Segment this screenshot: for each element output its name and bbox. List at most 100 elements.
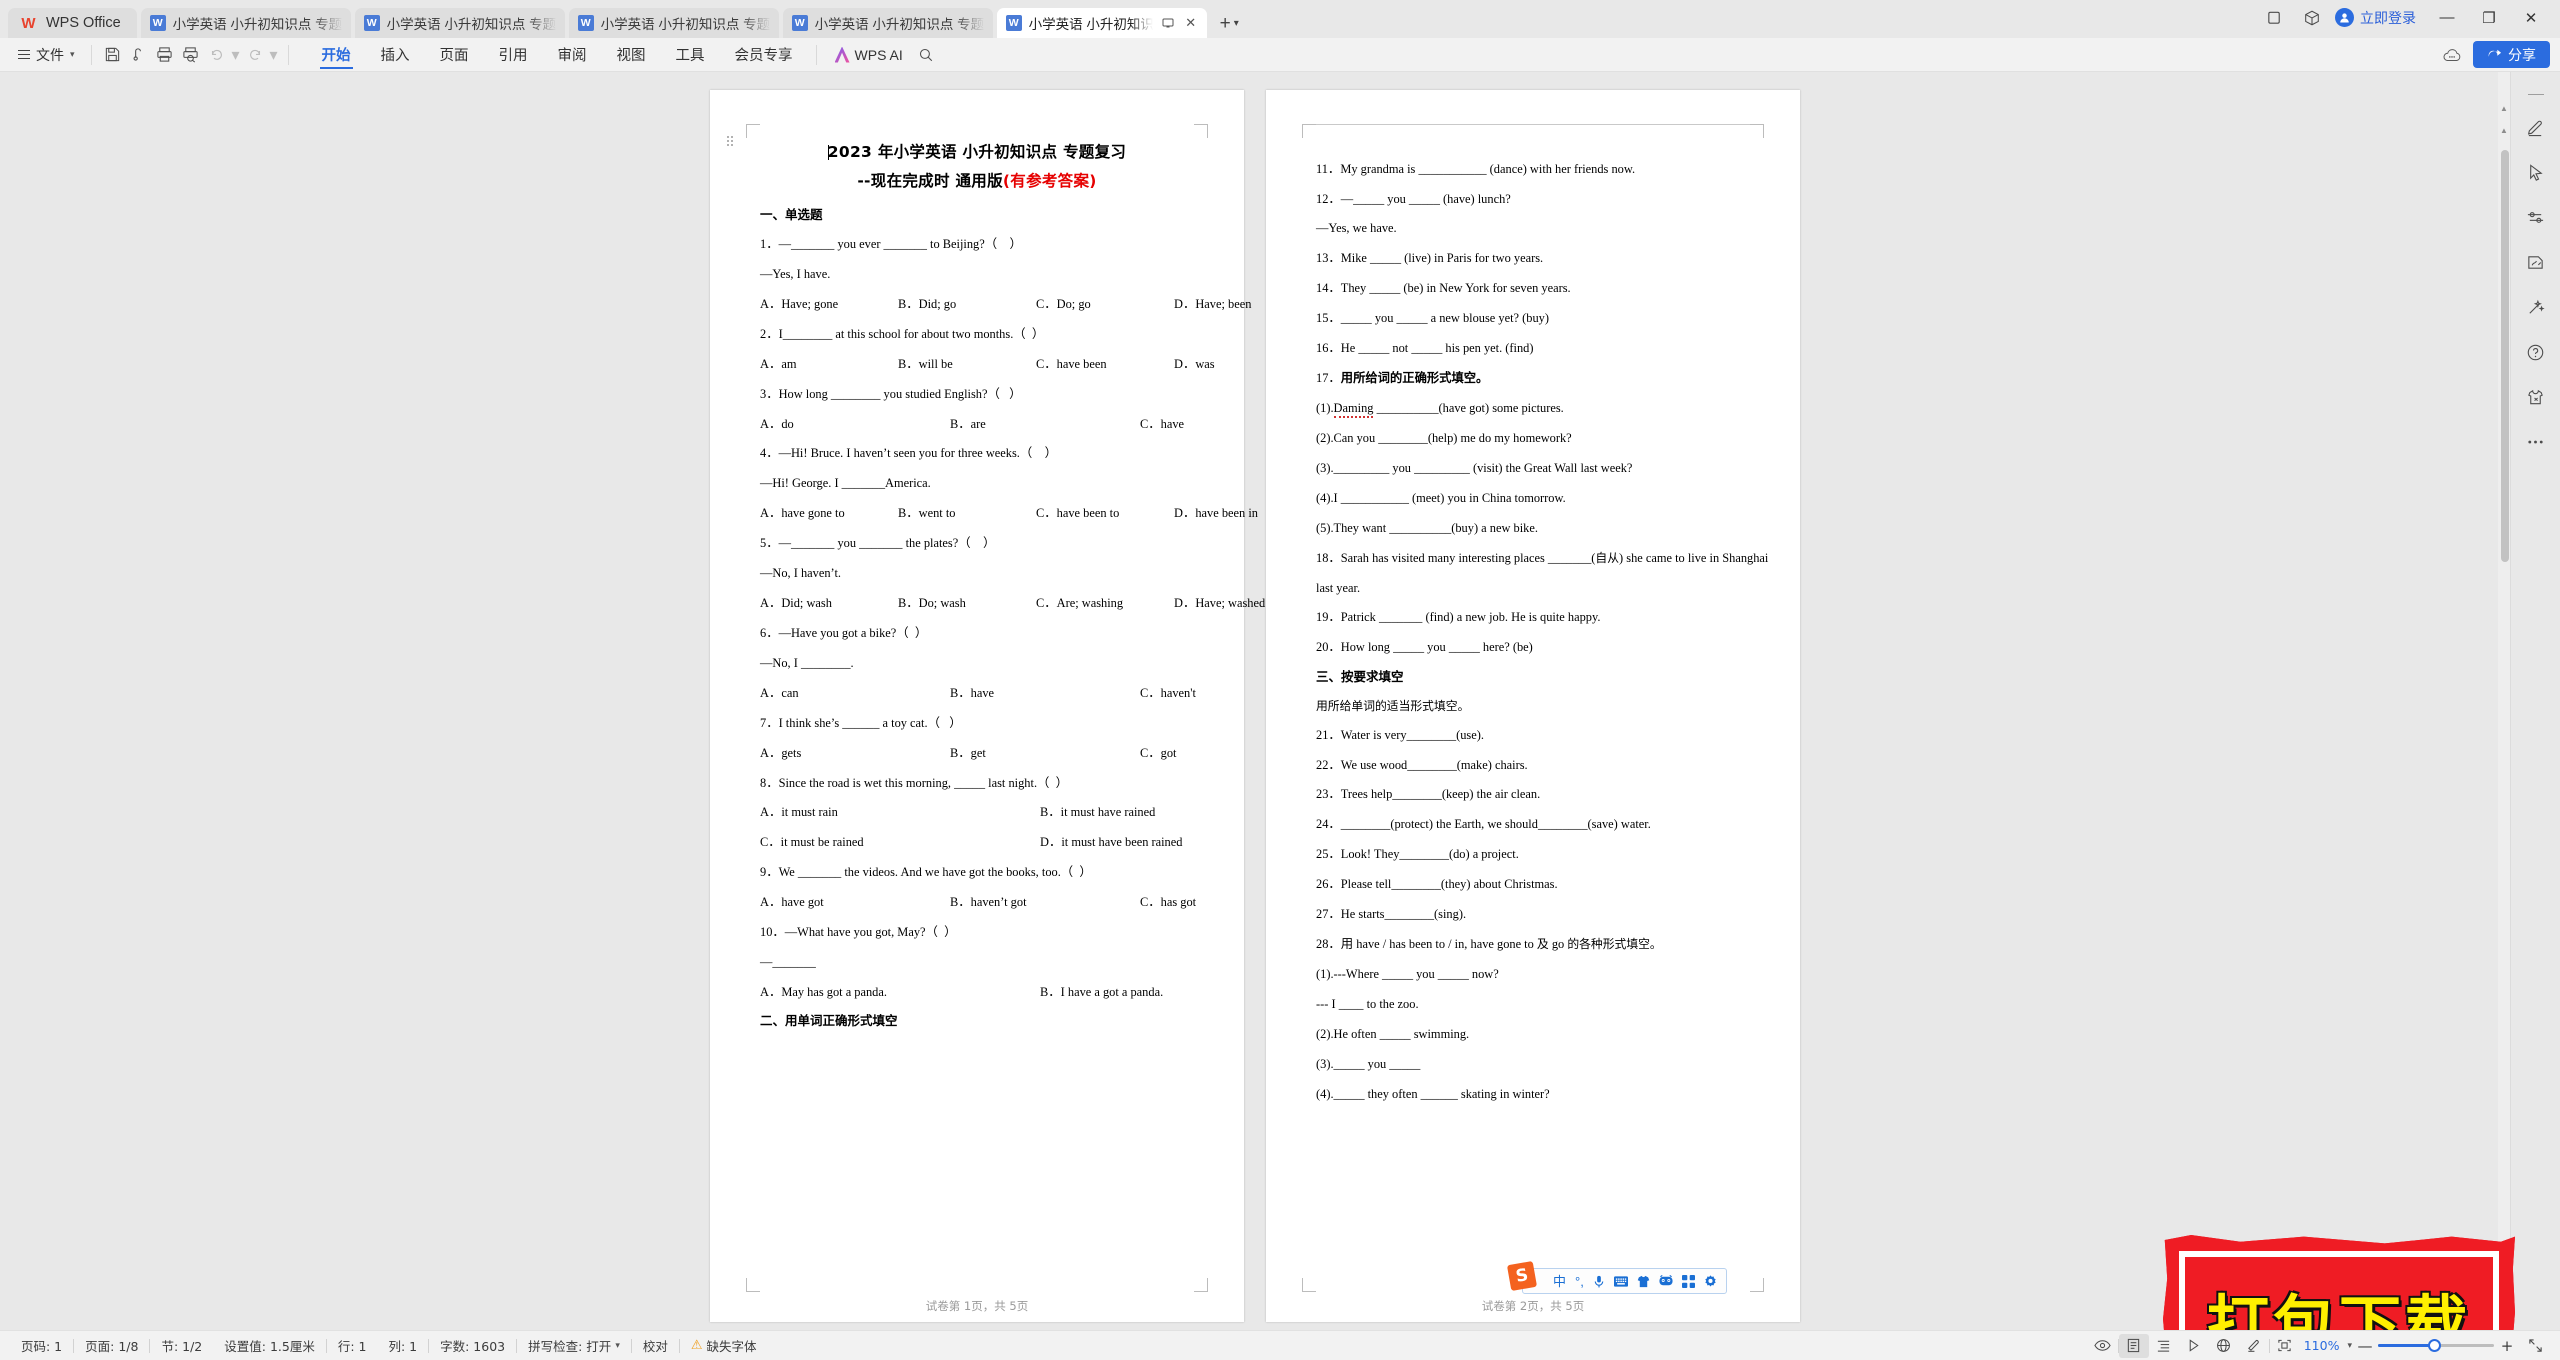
status-page-number[interactable]: 页码: 1	[10, 1336, 73, 1355]
redo-dropdown-icon[interactable]: ▾	[268, 42, 280, 68]
fullscreen-icon[interactable]	[2520, 1334, 2550, 1358]
print-icon[interactable]	[152, 42, 178, 68]
zoom-in-button[interactable]: +	[2494, 1334, 2520, 1358]
status-row[interactable]: 行: 1	[327, 1336, 378, 1355]
eye-preview-icon[interactable]	[2088, 1334, 2118, 1358]
wps-office-home-chip[interactable]: W WPS Office	[8, 8, 137, 38]
undo-icon[interactable]	[204, 42, 230, 68]
document-tab-label: 小学英语 小升初知识点 专题复习--数	[600, 17, 771, 32]
word-doc-icon: W	[577, 15, 594, 31]
zoom-out-button[interactable]: —	[2352, 1334, 2378, 1358]
paragraph-drag-handle[interactable]	[727, 136, 733, 146]
save-icon[interactable]	[100, 42, 126, 68]
cloud-save-icon[interactable]	[126, 42, 152, 68]
tab-insert[interactable]: 插入	[366, 38, 425, 72]
document-tab-4[interactable]: W 小学英语 小升初知识点 专题复习--现	[782, 8, 993, 38]
cube-3d-icon[interactable]	[2293, 3, 2331, 33]
file-menu-button[interactable]: 文件 ▾	[10, 45, 83, 65]
share-button[interactable]: 分享	[2473, 41, 2550, 68]
tab-close-icon[interactable]: ✕	[1183, 15, 1199, 31]
fit-page-icon[interactable]	[2270, 1334, 2300, 1358]
answer-option: A．have gone to	[760, 506, 845, 521]
status-missing-font[interactable]: ⚠ 缺失字体	[680, 1336, 768, 1355]
margin-mark	[1750, 124, 1764, 138]
document-tab-1[interactable]: W 小学英语 小升初知识点 专题复习--祈	[140, 8, 351, 38]
skin-theme-icon[interactable]	[2521, 384, 2551, 410]
cloud-status-icon[interactable]	[2437, 42, 2467, 68]
zoom-knob[interactable]	[2428, 1339, 2441, 1352]
answer-option: B．are	[950, 416, 986, 431]
sogou-logo-icon[interactable]: S	[1506, 1260, 1538, 1292]
margin-mark	[746, 1278, 760, 1292]
status-setting-value[interactable]: 设置值: 1.5厘米	[213, 1336, 326, 1355]
margin-mark	[1194, 1278, 1208, 1292]
scroll-down-arrow-icon[interactable]: ▲	[2498, 122, 2510, 138]
question-line-mixed: 18．Sarah has visited many interesting pl…	[1316, 550, 1769, 565]
answer-option: B．have	[950, 685, 995, 700]
status-column[interactable]: 列: 1	[377, 1336, 428, 1355]
status-page-of[interactable]: 页面: 1/8	[74, 1336, 149, 1355]
undo-dropdown-icon[interactable]: ▾	[230, 42, 242, 68]
status-section[interactable]: 节: 1/2	[150, 1336, 213, 1355]
page-layout-view-icon[interactable]	[2118, 1333, 2149, 1358]
status-proofread[interactable]: 校对	[632, 1336, 679, 1355]
new-tab-button[interactable]: + ▾	[1213, 8, 1246, 38]
mic-icon[interactable]	[1593, 1275, 1605, 1288]
search-icon[interactable]	[913, 42, 939, 68]
maximize-button[interactable]: ❐	[2468, 3, 2510, 33]
help-question-icon[interactable]	[2521, 339, 2551, 365]
minimize-button[interactable]: —	[2426, 3, 2468, 33]
cursor-select-icon[interactable]	[2521, 159, 2551, 185]
close-window-button[interactable]: ✕	[2510, 3, 2552, 33]
document-page-2[interactable]: 11．My grandma is ___________ (dance) wit…	[1266, 90, 1800, 1322]
question-line: 20．How long _____ you _____ here? (be)	[1316, 640, 1533, 655]
tab-review[interactable]: 审阅	[543, 38, 602, 72]
document-page-1[interactable]: 2023 年小学英语 小升初知识点 专题复习 --现在完成时 通用版(有参考答案…	[710, 90, 1265, 1322]
zoom-slider[interactable]	[2378, 1339, 2494, 1353]
tab-tools[interactable]: 工具	[661, 38, 720, 72]
status-spellcheck[interactable]: 拼写检查: 打开 ▾	[517, 1336, 631, 1355]
stamp-text: 打包下载	[2206, 1288, 2471, 1330]
redo-icon[interactable]	[242, 42, 268, 68]
magic-wand-icon[interactable]	[2521, 294, 2551, 320]
login-button[interactable]: 立即登录	[2331, 8, 2426, 28]
tab-monitor-icon[interactable]	[1160, 15, 1176, 31]
handwriting-icon[interactable]	[2521, 249, 2551, 275]
pen-edit-icon[interactable]	[2521, 114, 2551, 140]
tab-reference[interactable]: 引用	[484, 38, 543, 72]
tab-start[interactable]: 开始	[307, 38, 366, 72]
margin-mark	[1302, 124, 1316, 138]
settings-gear-icon[interactable]	[1704, 1274, 1717, 1288]
answer-option: B．went to	[898, 506, 956, 521]
tab-view[interactable]: 视图	[602, 38, 661, 72]
more-options-icon[interactable]	[2521, 429, 2551, 455]
status-word-count[interactable]: 字数: 1603	[429, 1336, 516, 1355]
document-tab-2[interactable]: W 小学英语 小升初知识点 专题复习--时	[354, 8, 565, 38]
sogou-ime-toolbar[interactable]: S 中 °,	[1506, 1260, 1727, 1294]
ime-punctuation-toggle[interactable]: °,	[1575, 1275, 1584, 1288]
ime-language-toggle[interactable]: 中	[1553, 1275, 1566, 1288]
skin-icon[interactable]	[1637, 1275, 1650, 1288]
sliders-settings-icon[interactable]	[2521, 204, 2551, 230]
document-tab-5-active[interactable]: W 小学英语 小升初知识点 专题复 ✕	[996, 8, 1207, 38]
title-red-note: (有参考答案)	[1002, 172, 1097, 191]
scroll-up-arrow-icon[interactable]: ▲	[2498, 100, 2510, 116]
window-layout-icon[interactable]	[2255, 3, 2293, 33]
emoji-icon[interactable]	[1659, 1275, 1673, 1287]
question-line: (4)._____ they often ______ skating in w…	[1316, 1086, 1550, 1101]
outline-view-icon[interactable]	[2149, 1334, 2179, 1358]
read-mode-icon[interactable]	[2179, 1334, 2209, 1358]
zoom-level-label[interactable]: 110%	[2300, 1338, 2348, 1353]
tab-member-exclusive[interactable]: 会员专享	[720, 38, 808, 72]
wps-ai-button[interactable]: WPS AI	[825, 46, 913, 63]
web-layout-icon[interactable]	[2209, 1334, 2239, 1358]
keyboard-icon[interactable]	[1613, 1275, 1628, 1287]
word-doc-icon: W	[1005, 15, 1022, 31]
highlighter-icon[interactable]	[2239, 1334, 2269, 1358]
apps-grid-icon[interactable]	[1681, 1274, 1695, 1288]
tab-page[interactable]: 页面	[425, 38, 484, 72]
document-tab-3[interactable]: W 小学英语 小升初知识点 专题复习--数	[568, 8, 779, 38]
scrollbar-thumb[interactable]	[2500, 150, 2509, 562]
vertical-scrollbar[interactable]: ▲ ▲	[2498, 72, 2510, 1330]
print-preview-icon[interactable]	[178, 42, 204, 68]
